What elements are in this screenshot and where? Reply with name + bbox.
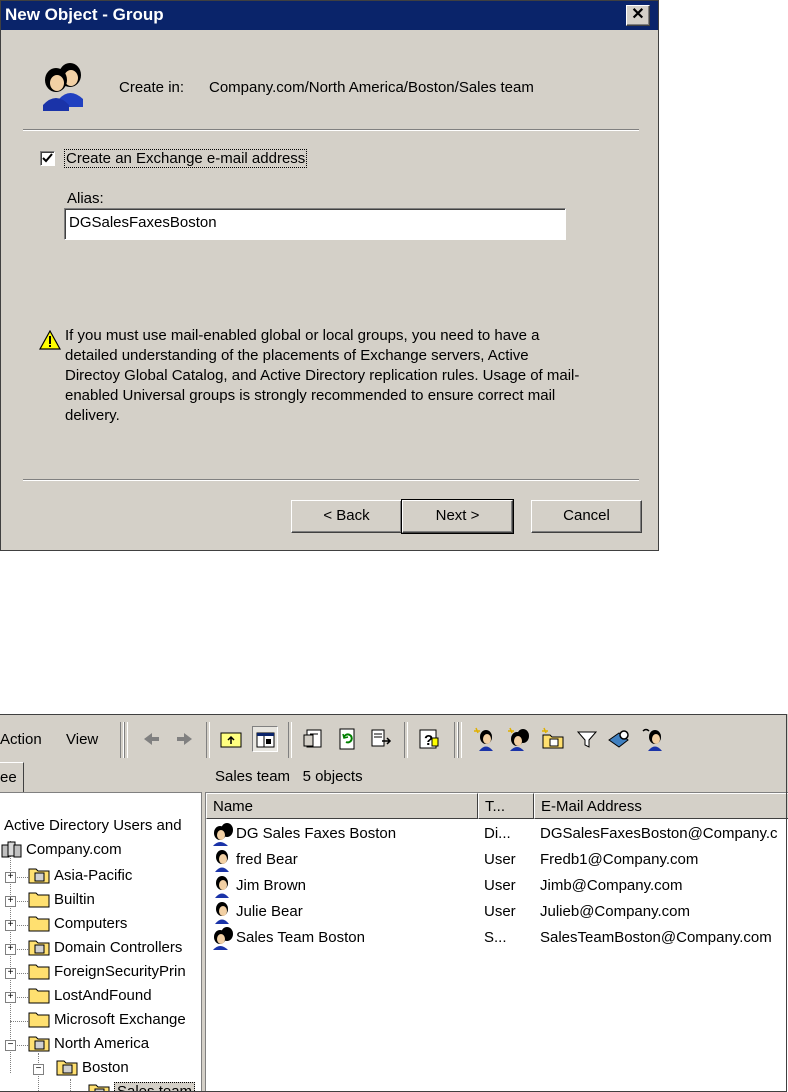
create-exchange-address-label[interactable]: Create an Exchange e-mail address (64, 149, 308, 168)
warning-text: If you must use mail-enabled global or l… (65, 327, 580, 424)
separator (23, 129, 639, 131)
back-button[interactable]: < Back (291, 500, 402, 533)
close-button[interactable]: ✕ (626, 5, 650, 26)
alias-input[interactable]: DGSalesFaxesBoston (64, 208, 566, 240)
title-bar: New Object - Group ✕ (1, 1, 658, 30)
cancel-button[interactable]: Cancel (531, 500, 642, 533)
window-frame (0, 714, 787, 1092)
next-button[interactable]: Next > (401, 499, 514, 534)
dialog-title: New Object - Group (5, 5, 164, 24)
create-in-label: Create in: (119, 79, 185, 96)
new-object-group-dialog: New Object - Group ✕ Create in: Company.… (0, 0, 659, 551)
checkmark-icon (42, 153, 53, 163)
close-icon: ✕ (631, 6, 645, 23)
alias-label: Alias: (67, 190, 104, 207)
group-icon (43, 63, 83, 111)
separator (23, 479, 639, 481)
create-in-path: Company.com/North America/Boston/Sales t… (209, 79, 534, 96)
warning-icon (39, 330, 61, 350)
create-exchange-address-checkbox[interactable] (40, 151, 55, 166)
